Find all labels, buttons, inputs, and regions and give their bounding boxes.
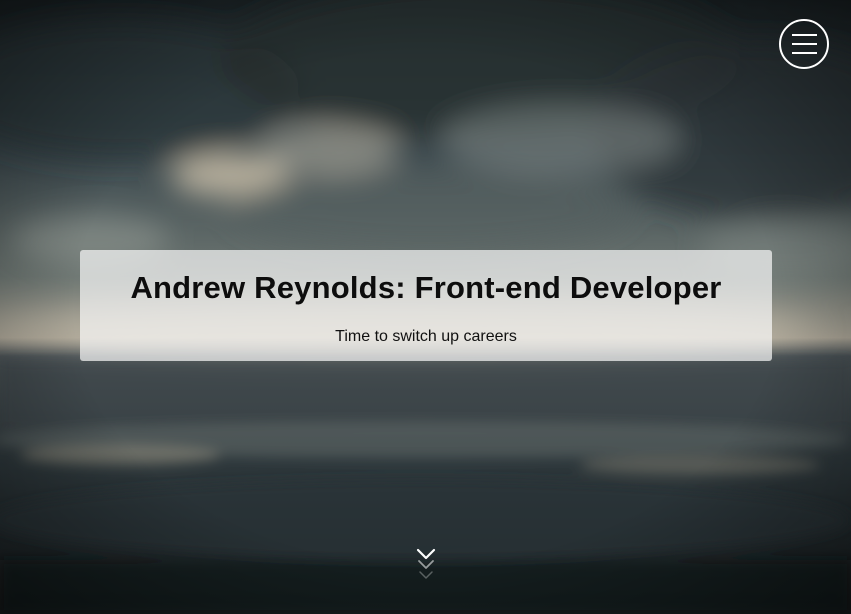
page-title: Andrew Reynolds: Front-end Developer — [130, 270, 722, 305]
hero-banner: Andrew Reynolds: Front-end Developer Tim… — [80, 250, 772, 361]
scroll-down-button[interactable] — [416, 548, 436, 584]
hero-section: Andrew Reynolds: Front-end Developer Tim… — [0, 0, 851, 614]
hamburger-menu-icon — [792, 34, 817, 36]
page-subtitle: Time to switch up careers — [335, 328, 517, 345]
chevron-down-icon — [416, 548, 436, 579]
menu-button[interactable] — [779, 19, 829, 69]
hamburger-menu-icon-bar — [792, 52, 817, 54]
hamburger-menu-icon-bar — [792, 43, 817, 45]
